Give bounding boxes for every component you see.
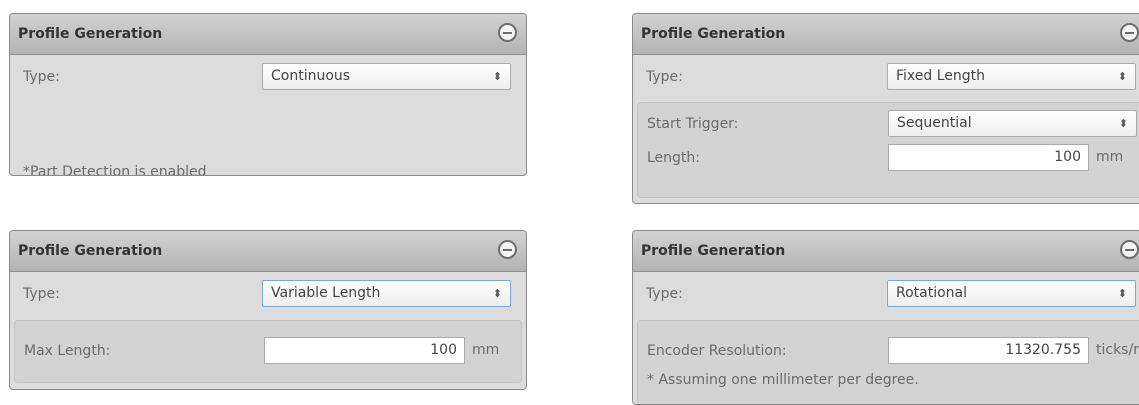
- length-row: Length: 100 mm: [638, 141, 1139, 175]
- max-length-input[interactable]: 100: [264, 337, 465, 364]
- updown-arrow-icon: ⬍: [1117, 287, 1127, 300]
- type-label: Type:: [23, 69, 60, 85]
- type-select-value: Fixed Length: [896, 68, 986, 84]
- updown-arrow-icon: ⬍: [1117, 70, 1127, 83]
- updown-arrow-icon: ⬍: [492, 70, 502, 83]
- length-input[interactable]: 100: [888, 144, 1089, 171]
- type-select[interactable]: Variable Length ⬍: [262, 280, 511, 307]
- assumption-note: * Assuming one millimeter per degree.: [647, 372, 919, 388]
- start-trigger-select[interactable]: Sequential ⬍: [888, 110, 1137, 137]
- max-length-label: Max Length:: [24, 343, 111, 359]
- type-select-value: Rotational: [896, 285, 968, 301]
- type-label: Type:: [646, 286, 683, 302]
- part-detection-note: *Part Detection is enabled: [23, 164, 207, 176]
- panel-header: Profile Generation: [633, 231, 1139, 272]
- type-select-value: Continuous: [271, 68, 351, 84]
- panel-header: Profile Generation: [10, 231, 526, 272]
- type-label: Type:: [23, 286, 60, 302]
- type-select[interactable]: Rotational ⬍: [887, 280, 1136, 307]
- type-row: Type: Rotational ⬍: [633, 277, 1139, 311]
- profile-generation-panel-fixed-length: Profile Generation Type: Fixed Length ⬍ …: [632, 13, 1139, 204]
- updown-arrow-icon: ⬍: [1118, 117, 1128, 130]
- panel-title: Profile Generation: [18, 26, 163, 42]
- panel-title: Profile Generation: [641, 26, 786, 42]
- encoder-resolution-label: Encoder Resolution:: [647, 343, 787, 359]
- start-trigger-row: Start Trigger: Sequential ⬍: [638, 107, 1139, 141]
- variable-length-settings: Max Length: 100 mm: [14, 320, 522, 383]
- updown-arrow-icon: ⬍: [492, 287, 502, 300]
- type-row: Type: Continuous ⬍: [10, 60, 526, 94]
- collapse-icon[interactable]: [1120, 240, 1139, 259]
- type-row: Type: Fixed Length ⬍: [633, 60, 1139, 94]
- collapse-icon[interactable]: [498, 23, 517, 42]
- start-trigger-value: Sequential: [897, 115, 972, 131]
- max-length-row: Max Length: 100 mm: [15, 334, 521, 368]
- type-row: Type: Variable Length ⬍: [10, 277, 526, 311]
- profile-generation-panel-continuous: Profile Generation Type: Continuous ⬍ *P…: [9, 13, 527, 176]
- type-select[interactable]: Continuous ⬍: [262, 63, 511, 90]
- profile-generation-panel-variable-length: Profile Generation Type: Variable Length…: [9, 230, 527, 390]
- encoder-resolution-row: Encoder Resolution: 11320.755 ticks/rev: [638, 334, 1139, 368]
- profile-generation-panel-rotational: Profile Generation Type: Rotational ⬍ En…: [632, 230, 1139, 405]
- collapse-icon[interactable]: [498, 240, 517, 259]
- encoder-resolution-value: 11320.755: [1005, 342, 1081, 358]
- type-label: Type:: [646, 69, 683, 85]
- panel-title: Profile Generation: [641, 243, 786, 259]
- encoder-resolution-input[interactable]: 11320.755: [888, 337, 1089, 364]
- max-length-value: 100: [430, 342, 457, 358]
- fixed-length-settings: Start Trigger: Sequential ⬍ Length: 100 …: [637, 102, 1139, 198]
- start-trigger-label: Start Trigger:: [647, 116, 739, 132]
- rotational-settings: Encoder Resolution: 11320.755 ticks/rev …: [637, 320, 1139, 404]
- length-label: Length:: [647, 150, 701, 166]
- panel-header: Profile Generation: [10, 14, 526, 55]
- panel-title: Profile Generation: [18, 243, 163, 259]
- panel-header: Profile Generation: [633, 14, 1139, 55]
- max-length-unit: mm: [472, 342, 500, 358]
- collapse-icon[interactable]: [1120, 23, 1139, 42]
- encoder-resolution-unit: ticks/rev: [1096, 342, 1139, 358]
- length-unit: mm: [1096, 149, 1124, 165]
- type-select-value: Variable Length: [271, 285, 381, 301]
- type-select[interactable]: Fixed Length ⬍: [887, 63, 1136, 90]
- length-value: 100: [1054, 149, 1081, 165]
